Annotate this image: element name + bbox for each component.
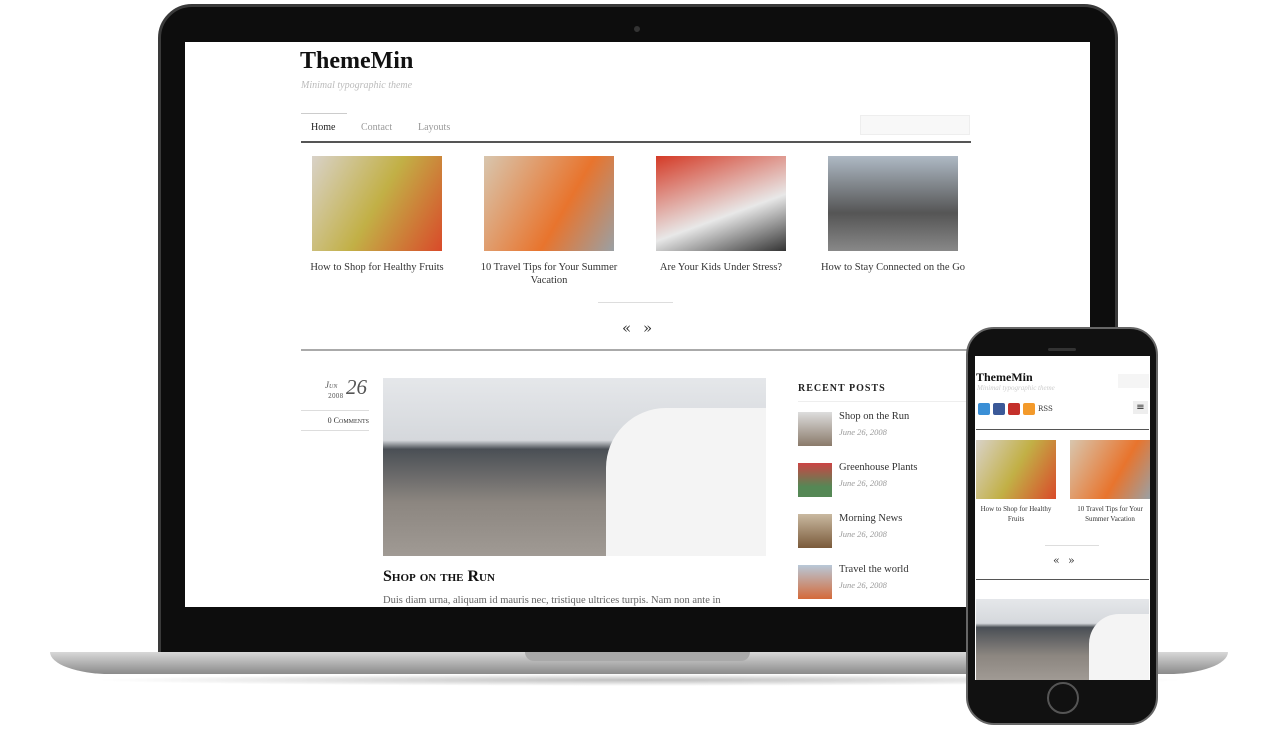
mobile-section-divider xyxy=(976,579,1149,580)
post-excerpt: Duis diam urna, aliquam id mauris nec, t… xyxy=(383,595,721,606)
recent-post-thumb[interactable] xyxy=(798,514,832,548)
slider-prev-button[interactable]: « xyxy=(622,319,631,337)
laptop-screen: ThemeMin Minimal typographic theme Home … xyxy=(185,42,1090,607)
featured-caption-2[interactable]: 10 Travel Tips for Your Summer Vacation xyxy=(469,261,629,287)
mobile-tagline: Minimal typographic theme xyxy=(977,384,1055,392)
recent-post-thumb[interactable] xyxy=(798,412,832,446)
nav-home[interactable]: Home xyxy=(311,122,335,133)
post-title[interactable]: Shop on the Run xyxy=(383,568,495,586)
sidebar-heading: Recent Posts xyxy=(798,383,886,394)
section-divider xyxy=(301,349,971,351)
featured-caption-3[interactable]: Are Your Kids Under Stress? xyxy=(641,261,801,274)
featured-image-4[interactable] xyxy=(828,156,958,251)
post-image[interactable] xyxy=(383,378,766,556)
phone-speaker xyxy=(1048,348,1076,351)
facebook-icon[interactable] xyxy=(993,403,1005,415)
hamburger-icon[interactable]: ≡ xyxy=(1133,401,1148,414)
slider-divider xyxy=(598,302,673,303)
post-comments-link[interactable]: 0 Comments xyxy=(301,416,369,425)
rss-label[interactable]: RSS xyxy=(1038,405,1053,413)
car-shape xyxy=(1089,614,1149,680)
mobile-slider-prev[interactable]: « xyxy=(1053,554,1060,567)
youtube-icon[interactable] xyxy=(1008,403,1020,415)
recent-post-thumb[interactable] xyxy=(798,463,832,497)
recent-post-date: June 26, 2008 xyxy=(839,478,887,488)
recent-post-date: June 26, 2008 xyxy=(839,427,887,437)
nav-divider xyxy=(301,141,971,143)
mobile-featured-caption-1[interactable]: How to Shop for Healthy Fruits xyxy=(976,505,1056,524)
phone-screen: ThemeMin Minimal typographic theme RSS ≡… xyxy=(975,356,1150,680)
recent-post-title[interactable]: Shop on the Run xyxy=(839,411,909,422)
sidebar-divider xyxy=(798,401,978,402)
camera xyxy=(634,26,640,32)
nav-layouts[interactable]: Layouts xyxy=(418,122,450,133)
search-input[interactable] xyxy=(860,115,970,135)
mobile-post-image[interactable] xyxy=(976,599,1149,680)
mobile-site-title[interactable]: ThemeMin xyxy=(976,370,1033,385)
mobile-divider xyxy=(976,429,1149,430)
mobile-featured-image-1[interactable] xyxy=(976,440,1056,499)
social-icons: RSS xyxy=(978,403,1053,415)
post-day: 26 xyxy=(346,375,367,399)
mobile-slider-next[interactable]: » xyxy=(1068,554,1075,567)
twitter-icon[interactable] xyxy=(978,403,990,415)
site-title[interactable]: ThemeMin xyxy=(300,48,413,75)
active-indicator xyxy=(301,113,347,114)
featured-image-2[interactable] xyxy=(484,156,614,251)
featured-caption-1[interactable]: How to Shop for Healthy Fruits xyxy=(297,261,457,274)
slider-next-button[interactable]: » xyxy=(643,319,652,337)
mobile-slider-divider xyxy=(1045,545,1099,546)
date-divider xyxy=(301,410,369,411)
comments-divider xyxy=(301,430,369,431)
rss-icon[interactable] xyxy=(1023,403,1035,415)
recent-post-title[interactable]: Travel the world xyxy=(839,564,909,575)
recent-post-date: June 26, 2008 xyxy=(839,580,887,590)
post-month: Jun xyxy=(325,380,338,390)
featured-caption-4[interactable]: How to Stay Connected on the Go xyxy=(813,261,973,274)
recent-post-title[interactable]: Morning News xyxy=(839,513,902,524)
mobile-featured-image-2[interactable] xyxy=(1070,440,1150,499)
featured-image-3[interactable] xyxy=(656,156,786,251)
mobile-search-input[interactable] xyxy=(1118,374,1149,388)
featured-image-1[interactable] xyxy=(312,156,442,251)
car-shape xyxy=(606,408,766,556)
mobile-featured-caption-2[interactable]: 10 Travel Tips for Your Summer Vacation xyxy=(1070,505,1150,524)
recent-post-title[interactable]: Greenhouse Plants xyxy=(839,462,917,473)
site-tagline: Minimal typographic theme xyxy=(301,80,413,91)
post-year: 2008 xyxy=(328,393,344,400)
recent-post-date: June 26, 2008 xyxy=(839,529,887,539)
laptop-notch xyxy=(525,652,750,661)
recent-post-thumb[interactable] xyxy=(798,565,832,599)
nav-contact[interactable]: Contact xyxy=(361,122,392,133)
phone-home-button[interactable] xyxy=(1047,682,1079,714)
